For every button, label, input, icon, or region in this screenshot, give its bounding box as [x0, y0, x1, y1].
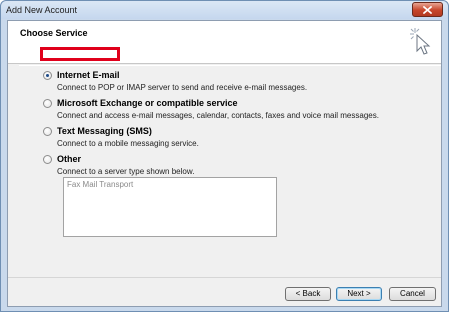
header-separator — [19, 65, 441, 66]
close-button[interactable] — [412, 2, 443, 17]
option-label: Other — [57, 154, 82, 164]
option-label: Internet E-mail — [57, 70, 120, 80]
close-icon — [423, 5, 432, 14]
radio-exchange[interactable] — [43, 99, 52, 108]
title-bar[interactable]: Add New Account — [1, 1, 448, 19]
radio-other[interactable] — [43, 155, 52, 164]
next-button[interactable]: Next > — [336, 287, 382, 301]
window-title: Add New Account — [6, 5, 78, 15]
server-type-listbox[interactable]: Fax Mail Transport — [63, 177, 277, 237]
add-account-window: Add New Account Choose Service Internet … — [0, 0, 449, 312]
footer-separator — [8, 277, 441, 278]
option-description: Connect to a mobile messaging service. — [57, 139, 199, 148]
page-title: Choose Service — [20, 28, 88, 38]
option-description: Connect to POP or IMAP server to send an… — [57, 83, 308, 92]
back-button[interactable]: < Back — [285, 287, 331, 301]
cancel-button[interactable]: Cancel — [389, 287, 436, 301]
list-item[interactable]: Fax Mail Transport — [67, 180, 133, 189]
option-label: Text Messaging (SMS) — [57, 126, 152, 136]
radio-text-messaging[interactable] — [43, 127, 52, 136]
selection-highlight — [40, 47, 120, 61]
option-description: Connect to a server type shown below. — [57, 167, 195, 176]
cursor-sparkle-icon — [410, 28, 431, 55]
radio-internet-email[interactable] — [43, 71, 52, 80]
option-label: Microsoft Exchange or compatible service — [57, 98, 238, 108]
option-description: Connect and access e-mail messages, cale… — [57, 111, 379, 120]
